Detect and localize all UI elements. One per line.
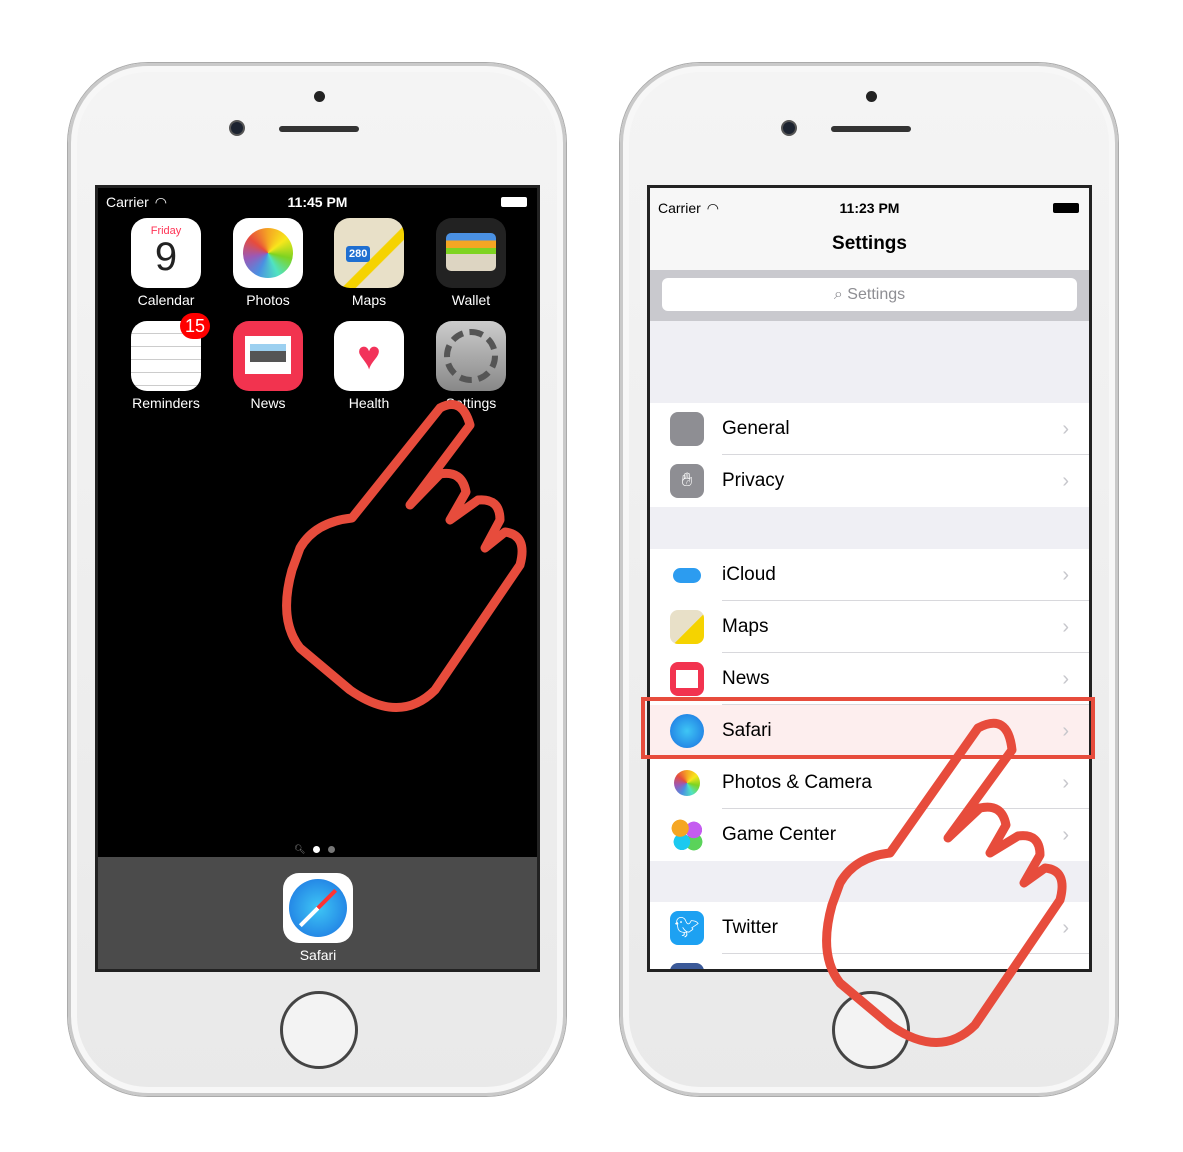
wallet-icon bbox=[436, 218, 506, 288]
maps-icon bbox=[670, 610, 704, 644]
home-button[interactable] bbox=[280, 991, 358, 1069]
settings-row-maps[interactable]: Maps › bbox=[650, 601, 1089, 653]
row-label: News bbox=[722, 668, 770, 689]
time: 11:45 PM bbox=[287, 194, 348, 210]
game-center-icon bbox=[670, 818, 704, 852]
twitter-icon: 🐦︎ bbox=[670, 911, 704, 945]
settings-row-game-center[interactable]: Game Center › bbox=[650, 809, 1089, 861]
status-bar: Carrier ◠ 11:23 PM bbox=[650, 194, 1089, 222]
chevron-right-icon: › bbox=[1062, 667, 1069, 690]
chevron-right-icon: › bbox=[1062, 615, 1069, 638]
chevron-right-icon: › bbox=[1062, 417, 1069, 440]
settings-row-photos-camera[interactable]: Photos & Camera › bbox=[650, 757, 1089, 809]
app-label: News bbox=[250, 395, 286, 411]
earpiece bbox=[279, 126, 359, 132]
facebook-icon bbox=[670, 963, 704, 969]
search-input[interactable]: ⌕ Settings bbox=[662, 278, 1077, 311]
sensor bbox=[866, 91, 877, 102]
health-icon: ♥ bbox=[334, 321, 404, 391]
settings-row-privacy[interactable]: ✋︎ Privacy › bbox=[650, 455, 1089, 507]
calendar-date: 9 bbox=[154, 235, 178, 279]
app-label: Wallet bbox=[451, 292, 491, 308]
chevron-right-icon: › bbox=[1062, 771, 1069, 794]
row-label: General bbox=[722, 418, 790, 439]
chevron-right-icon: › bbox=[1062, 916, 1069, 939]
settings-icon bbox=[436, 321, 506, 391]
row-label: iCloud bbox=[722, 564, 776, 585]
search-placeholder: Settings bbox=[847, 286, 906, 303]
app-wallet[interactable]: Wallet bbox=[435, 218, 507, 308]
chevron-right-icon: › bbox=[1062, 469, 1069, 492]
earpiece bbox=[831, 126, 911, 132]
page-indicator[interactable]: 🔍︎ bbox=[294, 844, 336, 855]
app-label: Safari bbox=[299, 947, 337, 963]
dock-app-safari[interactable]: Safari bbox=[282, 873, 354, 963]
news-icon bbox=[670, 662, 704, 696]
app-calendar[interactable]: Friday 9 Calendar bbox=[130, 218, 202, 308]
battery-icon bbox=[501, 197, 527, 207]
icloud-icon bbox=[670, 558, 704, 592]
settings-row-general[interactable]: General › bbox=[650, 403, 1089, 455]
maps-icon: 280 bbox=[334, 218, 404, 288]
interstate-shield: 280 bbox=[346, 246, 371, 262]
search-icon: 🔍︎ bbox=[294, 844, 306, 854]
app-photos[interactable]: Photos bbox=[232, 218, 304, 308]
settings-screen: Carrier ◠ 11:23 PM Settings ⌕ Settings G… bbox=[647, 185, 1092, 972]
app-settings[interactable]: Settings bbox=[435, 321, 507, 411]
row-label: Photos & Camera bbox=[722, 772, 872, 793]
app-label: Reminders bbox=[132, 395, 200, 411]
search-bar: ⌕ Settings bbox=[650, 270, 1089, 321]
page-title: Settings bbox=[832, 233, 907, 254]
safari-highlight-box bbox=[641, 697, 1095, 759]
settings-row-icloud[interactable]: iCloud › bbox=[650, 549, 1089, 601]
row-label: Maps bbox=[722, 616, 769, 637]
app-label: Maps bbox=[351, 292, 387, 308]
row-label: Twitter bbox=[722, 917, 778, 938]
home-screen: Carrier ◠ 11:45 PM Friday 9 Calendar Pho… bbox=[95, 185, 540, 972]
battery-icon bbox=[1053, 203, 1079, 213]
app-label: Calendar bbox=[137, 292, 195, 308]
app-reminders[interactable]: 15 Reminders bbox=[130, 313, 210, 411]
search-icon: ⌕ bbox=[833, 286, 843, 303]
dock: Safari bbox=[98, 857, 537, 969]
settings-row-twitter[interactable]: 🐦︎ Twitter › bbox=[650, 902, 1089, 954]
app-maps[interactable]: 280 Maps bbox=[333, 218, 405, 308]
front-camera bbox=[229, 120, 245, 136]
navigation-bar: Carrier ◠ 11:23 PM Settings bbox=[650, 188, 1089, 270]
settings-row-partial[interactable] bbox=[650, 954, 1089, 969]
app-health[interactable]: ♥ Health bbox=[333, 321, 405, 411]
calendar-icon: Friday 9 bbox=[131, 218, 201, 288]
photos-icon bbox=[233, 218, 303, 288]
app-label: Photos bbox=[246, 292, 290, 308]
time: 11:23 PM bbox=[839, 200, 900, 216]
sensor bbox=[314, 91, 325, 102]
app-label: Settings bbox=[445, 395, 497, 411]
safari-icon bbox=[283, 873, 353, 943]
notification-badge: 15 bbox=[180, 313, 210, 339]
chevron-right-icon: › bbox=[1062, 563, 1069, 586]
row-label: Privacy bbox=[722, 470, 785, 491]
hand-icon: ✋︎ bbox=[670, 464, 704, 498]
app-label: Health bbox=[348, 395, 390, 411]
photos-icon bbox=[670, 766, 704, 800]
front-camera bbox=[781, 120, 797, 136]
chevron-right-icon: › bbox=[1062, 823, 1069, 846]
home-button[interactable] bbox=[832, 991, 910, 1069]
app-news[interactable]: News bbox=[232, 321, 304, 411]
gear-icon bbox=[670, 412, 704, 446]
news-icon bbox=[233, 321, 303, 391]
status-bar: Carrier ◠ 11:45 PM bbox=[98, 188, 537, 216]
row-label: Game Center bbox=[722, 824, 837, 845]
